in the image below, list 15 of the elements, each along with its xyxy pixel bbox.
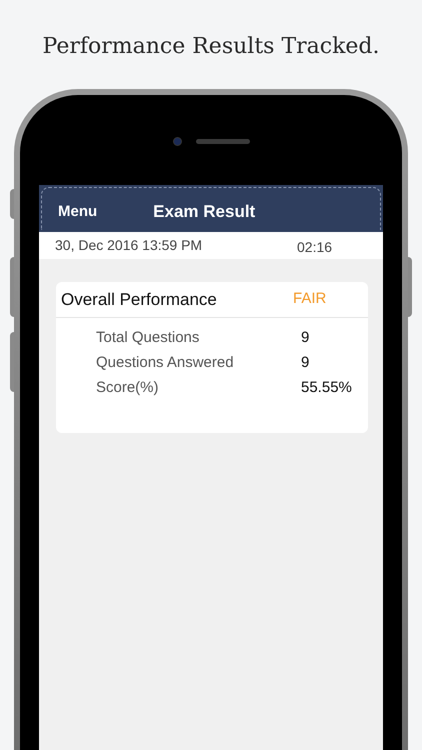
- exam-duration: 02:16: [297, 238, 332, 256]
- stat-value: 9: [301, 352, 310, 373]
- screen-title: Exam Result: [153, 201, 256, 224]
- stat-label: Questions Answered: [96, 352, 235, 373]
- headline: Performance Results Tracked.: [42, 33, 380, 61]
- stat-label: Total Questions: [96, 328, 200, 348]
- stat-value: 55.55%: [301, 378, 352, 398]
- speaker-icon: [196, 138, 250, 144]
- card-title: Overall Performance: [61, 288, 218, 311]
- menu-button[interactable]: Menu: [58, 200, 98, 224]
- stat-value: 9: [301, 328, 310, 348]
- stat-label: Score(%): [96, 378, 160, 398]
- rating-label: FAIR: [293, 289, 326, 310]
- exam-date: 30, Dec 2016 13:59 PM: [55, 236, 204, 255]
- camera-icon: [172, 136, 182, 146]
